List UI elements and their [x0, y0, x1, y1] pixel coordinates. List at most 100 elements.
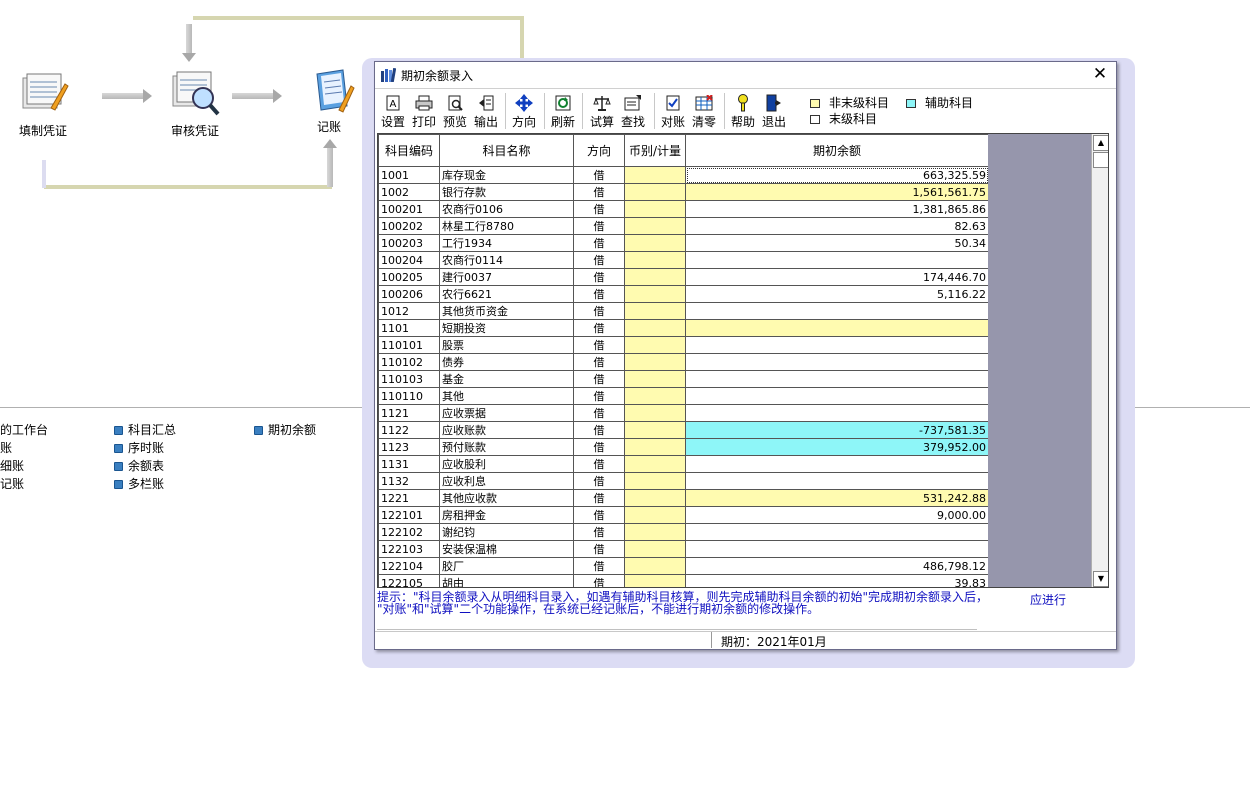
cell-opening-balance[interactable]: 531,242.88: [685, 489, 989, 507]
refresh-button[interactable]: 刷新: [547, 91, 579, 131]
cell-currency[interactable]: [624, 217, 686, 235]
scroll-thumb[interactable]: [1093, 152, 1108, 168]
cell-opening-balance[interactable]: [685, 302, 989, 320]
cell-account-name[interactable]: 应收票据: [439, 404, 574, 422]
cell-account-name[interactable]: 股票: [439, 336, 574, 354]
cell-opening-balance[interactable]: 174,446.70: [685, 268, 989, 286]
table-row[interactable]: 122102 谢纪钧借: [378, 523, 989, 541]
cell-direction[interactable]: 借: [573, 387, 625, 405]
table-row[interactable]: 1002 银行存款借 1,561,561.75: [378, 183, 989, 201]
cell-direction[interactable]: 借: [573, 455, 625, 473]
cell-account-code[interactable]: 1131: [378, 455, 440, 473]
link-balance-sheet[interactable]: 余额表: [114, 457, 164, 474]
cell-account-name[interactable]: 应收股利: [439, 455, 574, 473]
cell-opening-balance[interactable]: 39.83: [685, 574, 989, 587]
cell-currency[interactable]: [624, 387, 686, 405]
cell-account-code[interactable]: 100201: [378, 200, 440, 218]
table-row[interactable]: 110101 股票借: [378, 336, 989, 354]
col-header-opening-balance[interactable]: 期初余额: [685, 134, 989, 167]
cell-account-name[interactable]: 安装保温棉: [439, 540, 574, 558]
cell-account-name[interactable]: 工行1934: [439, 234, 574, 252]
cell-opening-balance[interactable]: 663,325.59: [685, 166, 989, 184]
cell-currency[interactable]: [624, 370, 686, 388]
cell-direction[interactable]: 借: [573, 438, 625, 456]
cell-opening-balance[interactable]: [685, 319, 989, 337]
cell-direction[interactable]: 借: [573, 472, 625, 490]
link-account-summary[interactable]: 科目汇总: [114, 421, 176, 438]
link-workbench[interactable]: 的工作台: [0, 421, 48, 438]
cell-currency[interactable]: [624, 489, 686, 507]
cell-account-name[interactable]: 债券: [439, 353, 574, 371]
cell-opening-balance[interactable]: [685, 336, 989, 354]
cell-account-name[interactable]: 农商行0114: [439, 251, 574, 269]
table-row[interactable]: 1101 短期投资借: [378, 319, 989, 337]
table-row[interactable]: 100201 农商行0106 借 1,381,865.86: [378, 200, 989, 218]
cell-account-name[interactable]: 其他: [439, 387, 574, 405]
link-account[interactable]: 账: [0, 439, 12, 456]
cell-account-name[interactable]: 银行存款: [439, 183, 574, 201]
cell-account-code[interactable]: 110110: [378, 387, 440, 405]
table-row[interactable]: 100202 林星工行8780 借 82.63: [378, 217, 989, 235]
cell-direction[interactable]: 借: [573, 200, 625, 218]
cell-currency[interactable]: [624, 285, 686, 303]
table-row[interactable]: 100206 农行6621 借 5,116.22: [378, 285, 989, 303]
cell-direction[interactable]: 借: [573, 217, 625, 235]
cell-account-name[interactable]: 应收利息: [439, 472, 574, 490]
cell-opening-balance[interactable]: 486,798.12: [685, 557, 989, 575]
cell-account-code[interactable]: 1123: [378, 438, 440, 456]
trial-balance-button[interactable]: 试算: [586, 91, 618, 131]
cell-account-code[interactable]: 100204: [378, 251, 440, 269]
cell-account-name[interactable]: 农商行0106: [439, 200, 574, 218]
cell-currency[interactable]: [624, 353, 686, 371]
print-button[interactable]: 打印: [408, 91, 440, 131]
cell-account-code[interactable]: 1101: [378, 319, 440, 337]
cell-opening-balance[interactable]: 1,381,865.86: [685, 200, 989, 218]
cell-opening-balance[interactable]: 9,000.00: [685, 506, 989, 524]
cell-account-code[interactable]: 122104: [378, 557, 440, 575]
cell-opening-balance[interactable]: [685, 455, 989, 473]
col-header-direction[interactable]: 方向: [573, 134, 625, 167]
flow-node-audit-voucher[interactable]: 审核凭证: [150, 70, 240, 139]
direction-button[interactable]: 方向: [508, 91, 540, 131]
link-journal[interactable]: 序时账: [114, 439, 164, 456]
cell-opening-balance[interactable]: [685, 387, 989, 405]
settings-button[interactable]: A 设置: [377, 91, 409, 131]
table-row[interactable]: 122103 安装保温棉借: [378, 540, 989, 558]
close-icon[interactable]: ✕: [1092, 66, 1108, 83]
cell-currency[interactable]: [624, 540, 686, 558]
cell-direction[interactable]: 借: [573, 489, 625, 507]
link-opening-balance[interactable]: 期初余额: [254, 421, 316, 438]
cell-account-code[interactable]: 1121: [378, 404, 440, 422]
cell-account-code[interactable]: 122103: [378, 540, 440, 558]
cell-account-name[interactable]: 建行0037: [439, 268, 574, 286]
cell-direction[interactable]: 借: [573, 370, 625, 388]
cell-direction[interactable]: 借: [573, 574, 625, 587]
cell-account-code[interactable]: 110101: [378, 336, 440, 354]
cell-currency[interactable]: [624, 251, 686, 269]
cell-direction[interactable]: 借: [573, 285, 625, 303]
cell-account-name[interactable]: 库存现金: [439, 166, 574, 184]
cell-account-name[interactable]: 胡由: [439, 574, 574, 587]
col-header-name[interactable]: 科目名称: [439, 134, 574, 167]
cell-opening-balance[interactable]: 82.63: [685, 217, 989, 235]
cell-opening-balance[interactable]: 5,116.22: [685, 285, 989, 303]
flow-node-posting[interactable]: 记账: [284, 66, 374, 135]
grid-vertical-scrollbar[interactable]: ▲ ▼: [1091, 134, 1108, 587]
cell-account-code[interactable]: 1001: [378, 166, 440, 184]
cell-account-code[interactable]: 100202: [378, 217, 440, 235]
cell-account-name[interactable]: 房租押金: [439, 506, 574, 524]
cell-account-code[interactable]: 100205: [378, 268, 440, 286]
cell-currency[interactable]: [624, 166, 686, 184]
table-row[interactable]: 1131 应收股利借: [378, 455, 989, 473]
cell-direction[interactable]: 借: [573, 183, 625, 201]
cell-direction[interactable]: 借: [573, 251, 625, 269]
cell-direction[interactable]: 借: [573, 404, 625, 422]
cell-direction[interactable]: 借: [573, 506, 625, 524]
cell-currency[interactable]: [624, 472, 686, 490]
cell-currency[interactable]: [624, 438, 686, 456]
table-row[interactable]: 1132 应收利息借: [378, 472, 989, 490]
cell-opening-balance[interactable]: [685, 540, 989, 558]
link-posting[interactable]: 记账: [0, 475, 24, 492]
cell-opening-balance[interactable]: 1,561,561.75: [685, 183, 989, 201]
col-header-currency[interactable]: 币别/计量: [624, 134, 686, 167]
